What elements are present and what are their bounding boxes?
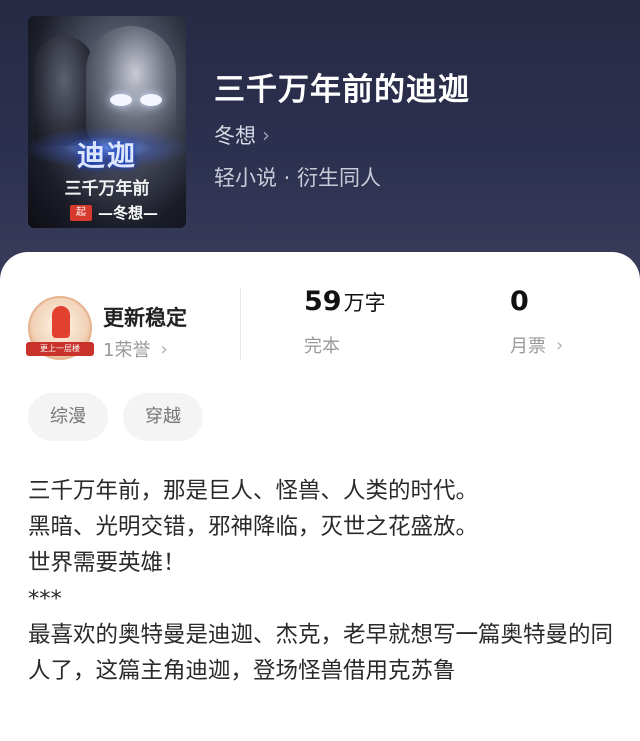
- monthly-tickets-link[interactable]: 月票 ›: [510, 332, 563, 358]
- monthly-tickets-label: 月票: [510, 336, 546, 357]
- book-cover[interactable]: 迪迦 三千万年前 起 —冬想—: [28, 16, 186, 228]
- tag-chip[interactable]: 综漫: [28, 393, 108, 441]
- book-description: 三千万年前，那是巨人、怪兽、人类的时代。 黑暗、光明交错，邪神降临，灭世之花盛放…: [28, 478, 614, 684]
- word-count-unit: 万字: [343, 291, 386, 315]
- honor-title: 更新稳定: [103, 306, 187, 330]
- tag-list: 综漫 穿越: [28, 393, 203, 441]
- cover-eye-left: [110, 94, 132, 106]
- book-title: 三千万年前的迪迦: [214, 72, 470, 108]
- word-count-value: 59: [304, 286, 342, 317]
- author-link[interactable]: 冬想 ›: [214, 120, 270, 150]
- badge-ribbon: 更上一层楼: [26, 342, 94, 356]
- word-count: 59万字: [304, 286, 386, 317]
- chevron-right-icon: ›: [262, 123, 270, 147]
- stat-divider: [240, 288, 241, 360]
- book-header: 迪迦 三千万年前 起 —冬想— 三千万年前的迪迦 冬想 › 轻小说 · 衍生同人: [0, 0, 640, 290]
- honor-count: 1荣誉: [103, 340, 151, 361]
- cover-subtitle: 三千万年前: [64, 179, 150, 199]
- book-genre: 轻小说 · 衍生同人: [214, 166, 382, 190]
- tag-chip[interactable]: 穿越: [123, 393, 203, 441]
- chevron-right-icon: ›: [556, 334, 564, 356]
- cover-eye-right: [140, 94, 162, 106]
- monthly-tickets-count: 0: [510, 286, 529, 317]
- honor-badge-icon[interactable]: 更上一层楼: [26, 296, 94, 360]
- chevron-right-icon: ›: [160, 338, 168, 360]
- flame-icon: [52, 306, 70, 338]
- cover-title: 迪迦: [76, 139, 137, 172]
- book-status-label: 完本: [304, 336, 340, 357]
- cover-author: —冬想—: [98, 204, 159, 222]
- author-name: 冬想: [214, 124, 256, 148]
- book-status: 完本: [304, 332, 340, 358]
- book-info-card: 更上一层楼 更新稳定 1荣誉 › 59万字 完本 0 月票 › 综漫 穿越 三千…: [0, 252, 640, 741]
- honor-count-link[interactable]: 1荣誉 ›: [103, 336, 168, 362]
